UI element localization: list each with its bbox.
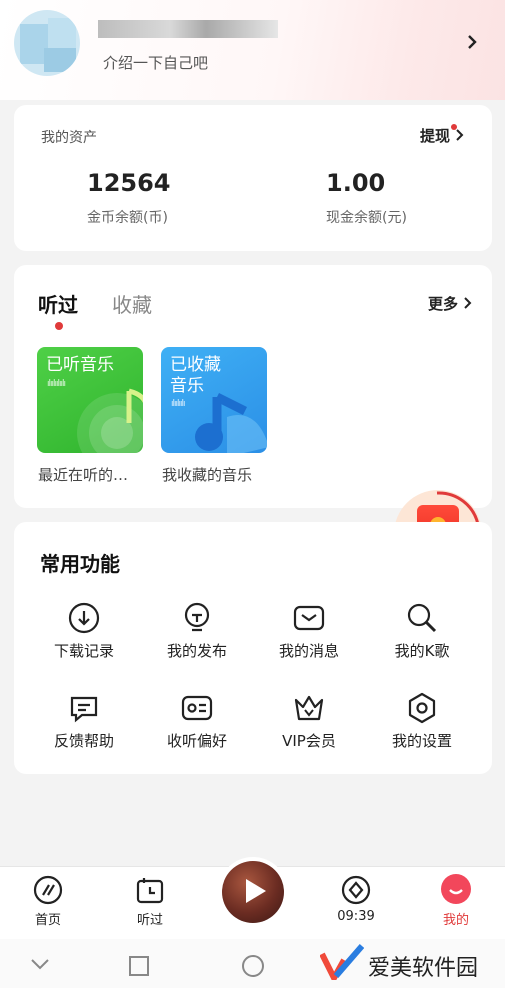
assets-title: 我的资产 — [41, 130, 97, 146]
home-icon — [33, 875, 63, 905]
feature-message[interactable]: 我的消息 — [254, 602, 364, 661]
feature-label: 我的消息 — [278, 642, 339, 660]
profile-intro[interactable]: 介绍一下自己吧 — [103, 52, 208, 73]
thumb-title-line2: 音乐 — [170, 376, 204, 396]
feature-label: 下载记录 — [53, 642, 114, 660]
cash-balance-label: 现金余额(元) — [326, 210, 407, 226]
active-tab-indicator — [55, 322, 63, 330]
back-icon[interactable] — [30, 957, 50, 971]
withdraw-label: 提现 — [420, 127, 451, 145]
nav-home[interactable]: 首页 — [8, 875, 88, 928]
feature-label: 我的发布 — [166, 642, 227, 660]
nav-history[interactable]: 听过 — [110, 875, 190, 928]
feature-label: 我的设置 — [391, 732, 452, 750]
message-icon — [293, 605, 325, 631]
thumb-title-line1: 已收藏 — [170, 355, 221, 375]
listened-caption[interactable]: 最近在听的… — [38, 464, 128, 485]
watermark-text: 爱美软件园 — [368, 956, 479, 981]
history-icon — [136, 878, 164, 904]
avatar[interactable] — [14, 10, 80, 76]
nav-label: 首页 — [34, 913, 61, 928]
thumb-title: 已收藏 音乐 — [170, 355, 221, 397]
feedback-icon — [70, 696, 98, 723]
timer-icon — [341, 875, 371, 905]
features-card: 常用功能 下载记录 我的发布 我的消息 我的K歌 反馈帮助 收听偏好 VIP会员… — [14, 522, 492, 774]
publish-icon — [184, 602, 210, 632]
feature-karaoke[interactable]: 我的K歌 — [367, 602, 477, 661]
withdraw-badge-dot — [451, 124, 457, 130]
feature-publish[interactable]: 我的发布 — [142, 602, 252, 661]
features-title: 常用功能 — [40, 552, 120, 576]
nav-label: 09:39 — [337, 909, 375, 924]
download-icon — [68, 602, 100, 634]
thumb-title: 已听音乐 — [46, 355, 114, 375]
karaoke-icon — [407, 603, 437, 633]
more-button[interactable]: 更多 — [428, 293, 472, 314]
home-system-icon[interactable] — [241, 954, 265, 978]
nav-label: 听过 — [136, 913, 163, 928]
recents-icon[interactable] — [128, 955, 150, 977]
nav-timer[interactable]: 09:39 — [316, 875, 396, 924]
feature-download[interactable]: 下载记录 — [29, 602, 139, 661]
listened-music-thumb[interactable]: 已听音乐 ılıılıılıılı — [37, 347, 143, 453]
chevron-right-icon — [464, 297, 472, 309]
listen-card: 听过 收藏 更多 已听音乐 ılıılıılıılı 已收藏 音乐 ılıılı… — [14, 265, 492, 508]
settings-icon — [408, 692, 436, 724]
coin-balance-value[interactable]: 12564 — [87, 169, 171, 197]
feature-label: VIP会员 — [282, 732, 336, 750]
soundwave-icon: ılıılıılı — [171, 399, 185, 409]
tab-listened[interactable]: 听过 — [38, 289, 78, 318]
preference-icon — [181, 695, 213, 721]
feature-label: 收听偏好 — [166, 732, 227, 750]
music-note-icon — [77, 388, 143, 453]
feature-label: 反馈帮助 — [53, 732, 114, 750]
nav-label: 我的 — [442, 913, 469, 928]
profile-header[interactable]: 介绍一下自己吧 — [0, 0, 505, 100]
nickname-blurred — [98, 20, 278, 38]
feature-preference[interactable]: 收听偏好 — [142, 692, 252, 751]
feature-label: 我的K歌 — [394, 642, 450, 660]
more-label: 更多 — [428, 295, 459, 313]
feature-vip[interactable]: VIP会员 — [254, 692, 364, 751]
tab-favorites[interactable]: 收藏 — [112, 289, 152, 318]
assets-card: 我的资产 提现 12564 金币余额(币) 1.00 现金余额(元) — [14, 105, 492, 251]
withdraw-button[interactable]: 提现 — [420, 125, 464, 146]
coin-balance-label: 金币余额(币) — [87, 210, 168, 226]
favorites-caption[interactable]: 我收藏的音乐 — [162, 464, 252, 485]
favorite-music-thumb[interactable]: 已收藏 音乐 ılıılıılı — [161, 347, 267, 453]
crown-icon — [294, 695, 324, 721]
chevron-right-icon — [456, 129, 464, 141]
feature-feedback[interactable]: 反馈帮助 — [29, 692, 139, 751]
chevron-right-icon[interactable] — [466, 34, 478, 55]
cash-balance-value[interactable]: 1.00 — [326, 169, 385, 197]
mine-icon — [441, 874, 471, 904]
watermark-logo-icon — [320, 944, 364, 980]
feature-settings[interactable]: 我的设置 — [367, 692, 477, 751]
soundwave-icon: ılıılıılıılı — [47, 379, 66, 389]
play-icon[interactable] — [246, 879, 266, 903]
